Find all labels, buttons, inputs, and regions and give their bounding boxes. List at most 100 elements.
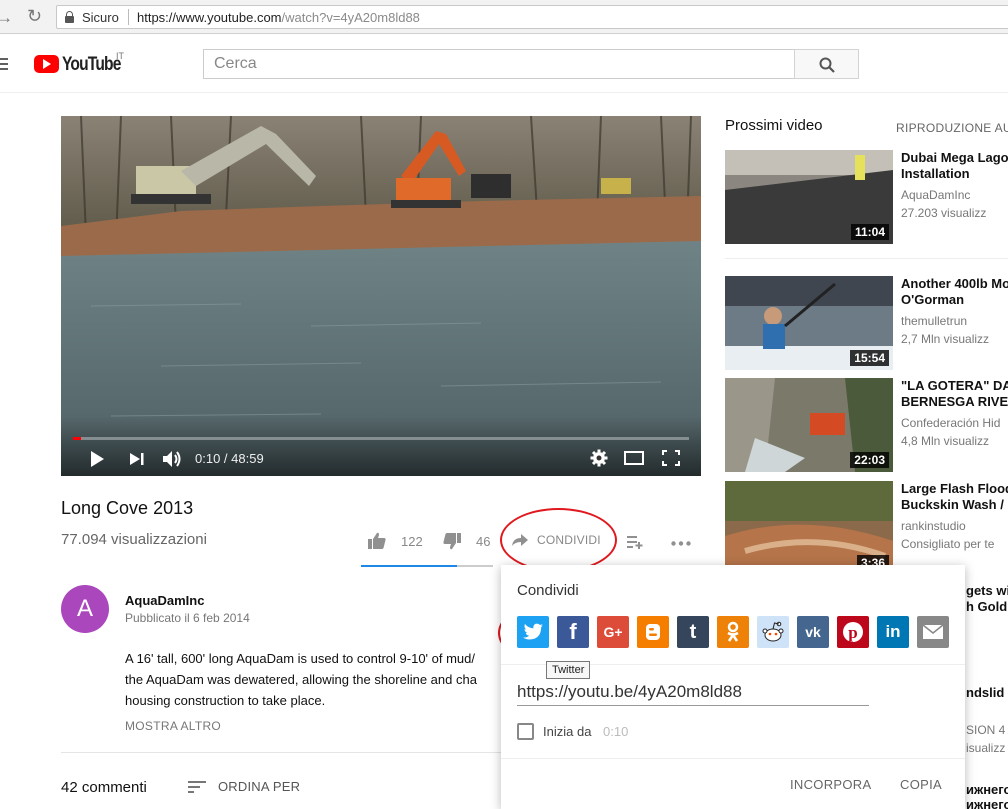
video-thumbnail[interactable]: 15:54	[725, 276, 893, 370]
linkedin-icon: in	[885, 622, 901, 641]
video-duration: 22:03	[850, 452, 889, 468]
googleplus-share-button[interactable]: G+	[597, 616, 629, 648]
channel-avatar[interactable]: A	[61, 585, 109, 633]
facebook-share-button[interactable]: f	[557, 616, 589, 648]
sentiment-bar	[361, 565, 493, 567]
video-thumbnail[interactable]: 22:03	[725, 378, 893, 472]
search-icon	[819, 57, 835, 73]
share-highlight-oval	[500, 508, 617, 572]
dislike-count: 46	[476, 533, 491, 549]
autoplay-label[interactable]: RIPRODUZIONE AU	[896, 121, 1008, 135]
vk-share-button[interactable]: vk	[797, 616, 829, 648]
odnoklassniki-share-button[interactable]	[717, 616, 749, 648]
recommended-title[interactable]: Large Flash Flood Buckskin Wash /	[901, 481, 1008, 513]
share-url-field[interactable]: https://youtu.be/4yA20m8ld88	[517, 682, 869, 706]
share-dialog-title: Condividi	[517, 582, 579, 599]
channel-name[interactable]: AquaDamInc	[125, 593, 204, 608]
email-icon	[922, 624, 944, 639]
linkedin-share-button[interactable]: in	[877, 616, 909, 648]
progress-bar[interactable]	[73, 437, 689, 440]
pinterest-icon: p	[843, 622, 863, 642]
odnoklassniki-icon	[727, 621, 739, 642]
reddit-share-button[interactable]	[757, 616, 789, 648]
up-next-heading: Prossimi video	[725, 117, 823, 134]
more-actions-icon[interactable]	[671, 541, 691, 546]
recommended-channel[interactable]: AquaDamInc	[901, 188, 970, 202]
recommended-video[interactable]: 15:54 Another 400lb Mo O'Gorman themullet…	[725, 276, 1008, 370]
volume-icon[interactable]	[162, 449, 184, 469]
recommended-views: 27.203 visualizz	[901, 206, 987, 220]
publish-date: Pubblicato il 6 feb 2014	[125, 611, 250, 625]
browser-toolbar: → ↻ Sicuro https://www.youtube.com/watch…	[0, 0, 1008, 34]
search-button[interactable]	[794, 49, 859, 79]
video-duration: 15:54	[850, 350, 889, 366]
tumblr-share-button[interactable]: t	[677, 616, 709, 648]
sort-icon	[188, 780, 206, 793]
add-to-playlist-icon[interactable]	[626, 535, 644, 549]
start-at-label: Inizia da	[543, 724, 592, 739]
recommended-video[interactable]: 22:03 "LA GOTERA" DA BERNESGA RIVER Confe…	[725, 378, 1008, 472]
share-dialog: Condividi f G+ t vk p in https://youtu.b…	[501, 565, 965, 809]
forward-arrow-icon[interactable]: →	[0, 8, 13, 28]
recommended-views-partial: isualizz	[966, 741, 1006, 755]
search-input[interactable]	[204, 50, 794, 78]
recommended-title-partial[interactable]: ижнего	[966, 782, 1008, 797]
recommended-channel[interactable]: rankinstudio	[901, 519, 966, 533]
lock-icon	[65, 11, 74, 23]
tumblr-icon: t	[689, 621, 697, 643]
view-count: 77.094 visualizzazioni	[61, 531, 207, 548]
time-display: 0:10 / 48:59	[195, 451, 264, 466]
blogger-share-button[interactable]	[637, 616, 669, 648]
recommended-channel-partial: SION 4	[966, 723, 1006, 737]
email-share-button[interactable]	[917, 616, 949, 648]
googleplus-icon: G+	[603, 624, 623, 640]
twitter-icon	[523, 623, 543, 640]
thumbs-up-icon	[368, 532, 386, 549]
youtube-play-icon	[34, 55, 59, 73]
recommended-video[interactable]: 3:36 Large Flash Flood Buckskin Wash / ra…	[725, 481, 1008, 575]
play-icon[interactable]	[89, 450, 105, 468]
recommended-channel[interactable]: themulletrun	[901, 314, 967, 328]
video-thumbnail[interactable]: 3:36	[725, 481, 893, 575]
reddit-icon	[762, 621, 784, 642]
recommended-title-partial[interactable]: ижнего	[966, 797, 1008, 809]
thumbs-down-icon	[443, 533, 461, 550]
theater-mode-icon[interactable]	[624, 451, 644, 465]
url-text[interactable]: https://www.youtube.com/watch?v=4yA20m8l…	[137, 10, 420, 25]
recommended-views: 4,8 Mln visualizz	[901, 434, 990, 448]
show-more-button[interactable]: MOSTRA ALTRO	[125, 719, 221, 733]
svg-text:p: p	[848, 623, 857, 642]
recommended-title[interactable]: Another 400lb Mo O'Gorman	[901, 276, 1008, 308]
video-description: A 16' tall, 600' long AquaDam is used to…	[125, 651, 477, 708]
pinterest-share-button[interactable]: p	[837, 616, 869, 648]
menu-icon[interactable]	[0, 58, 8, 70]
video-title: Long Cove 2013	[61, 498, 194, 518]
secure-label: Sicuro	[82, 10, 119, 25]
comment-count: 42 commenti	[61, 779, 147, 796]
like-button[interactable]: 122	[367, 532, 423, 550]
fullscreen-icon[interactable]	[662, 450, 680, 466]
reload-icon[interactable]: ↻	[27, 6, 42, 27]
settings-gear-icon[interactable]	[590, 449, 608, 467]
sort-comments-button[interactable]: ORDINA PER	[188, 779, 300, 794]
start-at-checkbox[interactable]	[517, 723, 534, 740]
address-bar[interactable]: Sicuro https://www.youtube.com/watch?v=4…	[56, 5, 1008, 29]
embed-button[interactable]: INCORPORA	[790, 777, 871, 792]
copy-button[interactable]: COPIA	[900, 777, 942, 792]
recommended-channel[interactable]: Confederación Hid	[901, 416, 1000, 430]
next-icon[interactable]	[129, 452, 145, 466]
video-duration: 11:04	[850, 224, 889, 240]
recommended-title-partial[interactable]: gets wit	[966, 583, 1008, 598]
recommended-title[interactable]: Dubai Mega Lago Installation	[901, 150, 1008, 182]
recommended-title[interactable]: "LA GOTERA" DA BERNESGA RIVER	[901, 378, 1008, 410]
recommended-title-partial[interactable]: ndslid	[966, 685, 1004, 700]
search-box	[203, 49, 795, 79]
video-thumbnail[interactable]: 11:04	[725, 150, 893, 244]
recommended-title-partial[interactable]: h Gold N	[966, 599, 1008, 614]
recommended-video[interactable]: 11:04 Dubai Mega Lago Installation AquaDa…	[725, 150, 1008, 244]
start-at-time[interactable]: 0:10	[603, 724, 628, 739]
dislike-button[interactable]: 46	[442, 532, 490, 550]
twitter-tooltip: Twitter	[546, 661, 591, 679]
video-player[interactable]: 0:10 / 48:59	[61, 116, 701, 476]
twitter-share-button[interactable]	[517, 616, 549, 648]
